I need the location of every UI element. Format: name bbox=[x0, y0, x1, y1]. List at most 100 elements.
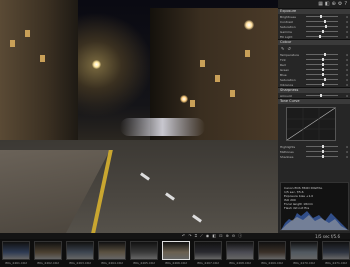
help-icon[interactable]: ? bbox=[344, 1, 347, 7]
tone-curve-graph[interactable] bbox=[286, 107, 336, 141]
slider-value: 0 bbox=[346, 93, 348, 98]
slider-track[interactable] bbox=[306, 58, 338, 61]
filmstrip-thumb[interactable]: IMG_4461.CR2 bbox=[1, 239, 31, 267]
slider-value: 0 bbox=[346, 62, 348, 67]
thumb-caption: IMG_4464.CR2 bbox=[101, 261, 123, 265]
reset-icon[interactable]: ↺ bbox=[287, 46, 290, 51]
slider-handle[interactable] bbox=[320, 94, 323, 97]
zoom-icon[interactable]: ⊕ bbox=[332, 1, 336, 7]
slider-track[interactable] bbox=[306, 68, 338, 71]
slider-value: 0 bbox=[346, 52, 348, 57]
tone-curve-section: Tone Curve Highlights 0 Midtones 0 Shadows 0 bbox=[278, 98, 350, 159]
thumb-image bbox=[66, 241, 94, 260]
histogram: Canon EOS 350D DIGITAL 1/5 sec, f/5.6 Expo… bbox=[280, 182, 349, 231]
window bbox=[40, 55, 45, 62]
window bbox=[230, 90, 235, 97]
slider-handle[interactable] bbox=[323, 53, 326, 56]
filmstrip: IMG_4461.CR2 IMG_4462.CR2 IMG_4463.CR2 IMG_… bbox=[0, 239, 350, 267]
slider-track[interactable] bbox=[306, 63, 338, 66]
slider-label: Tint bbox=[280, 57, 286, 62]
slider-track[interactable] bbox=[306, 20, 338, 23]
slider-handle[interactable] bbox=[325, 25, 328, 28]
slider-track[interactable] bbox=[306, 53, 338, 56]
slider-label: Saturation bbox=[280, 77, 296, 82]
section-header[interactable]: Tone Curve bbox=[278, 99, 350, 104]
exposure-readout: 1/5 sec f/5.6 bbox=[315, 233, 340, 239]
slider-label: Temperature bbox=[280, 52, 300, 57]
window bbox=[245, 50, 250, 57]
street-lamp bbox=[92, 60, 101, 69]
filmstrip-thumb[interactable]: IMG_4464.CR2 bbox=[97, 239, 127, 267]
thumb-caption: IMG_4463.CR2 bbox=[69, 261, 91, 265]
filmstrip-thumb[interactable]: IMG_4462.CR2 bbox=[33, 239, 63, 267]
slider-track[interactable] bbox=[306, 78, 338, 81]
thumb-image bbox=[194, 241, 222, 260]
exposure-section: Exposure Brightness 0 Contrast 0 Saturation 0… bbox=[278, 8, 350, 39]
filmstrip-thumb[interactable]: IMG_4465.CR2 bbox=[129, 239, 159, 267]
slider-label: Gamma bbox=[280, 29, 292, 34]
thumb-caption: IMG_4469.CR2 bbox=[261, 261, 283, 265]
thumb-image bbox=[322, 241, 350, 260]
window bbox=[190, 100, 195, 107]
filmstrip-thumb[interactable]: IMG_4469.CR2 bbox=[257, 239, 287, 267]
filmstrip-thumb[interactable]: IMG_4471.CR2 bbox=[321, 239, 350, 267]
slider-handle[interactable] bbox=[322, 150, 324, 153]
eyedropper-icon[interactable]: ✎ bbox=[281, 46, 284, 51]
slider-label: Blue bbox=[280, 72, 287, 77]
main-photo-canvas[interactable] bbox=[0, 0, 278, 233]
slider-handle[interactable] bbox=[322, 145, 324, 148]
slider-track[interactable] bbox=[306, 35, 338, 38]
street-lamp bbox=[180, 95, 188, 103]
filmstrip-thumb[interactable]: IMG_4468.CR2 bbox=[225, 239, 255, 267]
slider-handle[interactable] bbox=[322, 63, 324, 66]
slider-label: Contrast bbox=[280, 19, 293, 24]
tone-curve-line bbox=[287, 108, 335, 140]
slider-label: Brightness bbox=[280, 14, 296, 19]
panel-top-toolbar: ▦ ◧ ⊕ ⚙ ? bbox=[278, 0, 350, 8]
slider-track[interactable] bbox=[306, 25, 338, 28]
thumb-caption: IMG_4466.CR2 bbox=[165, 261, 187, 265]
filmstrip-thumb[interactable]: IMG_4466.CR2 bbox=[161, 239, 191, 267]
slider-value: 0 bbox=[346, 14, 348, 19]
slider-value: 0 bbox=[346, 24, 348, 29]
thumb-caption: IMG_4461.CR2 bbox=[5, 261, 27, 265]
slider-value: 0 bbox=[346, 57, 348, 62]
filmstrip-thumb[interactable]: IMG_4470.CR2 bbox=[289, 239, 319, 267]
slider-value: 0 bbox=[346, 149, 348, 154]
slider-handle[interactable] bbox=[323, 78, 326, 81]
thumb-image bbox=[162, 241, 190, 260]
slider-track[interactable] bbox=[306, 145, 338, 148]
colour-tools: ✎ ↺ bbox=[278, 45, 350, 52]
slider-handle[interactable] bbox=[322, 68, 324, 71]
slider-handle[interactable] bbox=[322, 73, 324, 76]
slider-track[interactable] bbox=[306, 73, 338, 76]
slider-handle[interactable] bbox=[323, 20, 326, 23]
slider-track[interactable] bbox=[306, 83, 338, 86]
slider-track[interactable] bbox=[306, 155, 338, 158]
thumb-caption: IMG_4470.CR2 bbox=[293, 261, 315, 265]
slider-handle[interactable] bbox=[322, 155, 324, 158]
slider-handle[interactable] bbox=[322, 83, 324, 86]
slider-label: Saturation bbox=[280, 24, 296, 29]
slider-label: Highlights bbox=[280, 144, 296, 149]
thumb-image bbox=[98, 241, 126, 260]
slider-track[interactable] bbox=[306, 30, 338, 33]
slider-handle[interactable] bbox=[318, 35, 321, 38]
sharpness-section: Sharpness Amount 0 bbox=[278, 87, 350, 98]
slider-value: 0 bbox=[346, 82, 348, 87]
slider-handle[interactable] bbox=[320, 15, 323, 18]
split-icon[interactable]: ◧ bbox=[325, 1, 330, 7]
filmstrip-thumb[interactable]: IMG_4463.CR2 bbox=[65, 239, 95, 267]
window bbox=[215, 75, 220, 82]
settings-icon[interactable]: ⚙ bbox=[338, 1, 342, 7]
slider-value: 0 bbox=[346, 34, 348, 39]
slider-handle[interactable] bbox=[322, 30, 324, 33]
slider-track[interactable] bbox=[306, 94, 338, 97]
window bbox=[25, 30, 30, 37]
slider-track[interactable] bbox=[306, 15, 338, 18]
slider-track[interactable] bbox=[306, 150, 338, 153]
slider-handle[interactable] bbox=[322, 58, 324, 61]
grid-icon[interactable]: ▦ bbox=[318, 1, 323, 7]
colour-section: Colour ✎ ↺ Temperature 0 Tint 0 Red 0 Green 0 Bl… bbox=[278, 39, 350, 87]
filmstrip-thumb[interactable]: IMG_4467.CR2 bbox=[193, 239, 223, 267]
